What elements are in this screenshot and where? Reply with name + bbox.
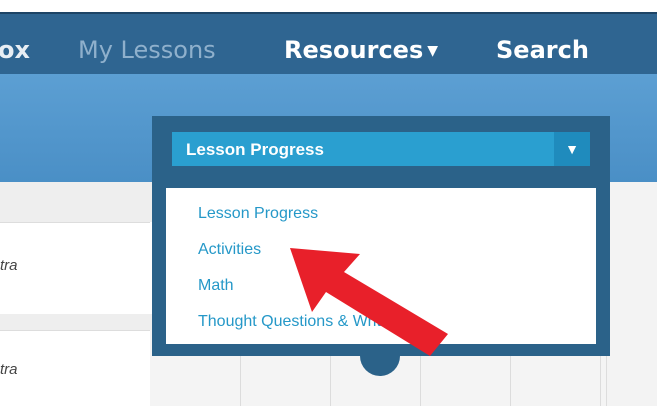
annotation-arrow-shape [290,248,448,356]
screenshot-frame: ox My Lessons Resources ▼ Search tra tra … [0,0,657,406]
red-arrow-icon [290,248,448,356]
